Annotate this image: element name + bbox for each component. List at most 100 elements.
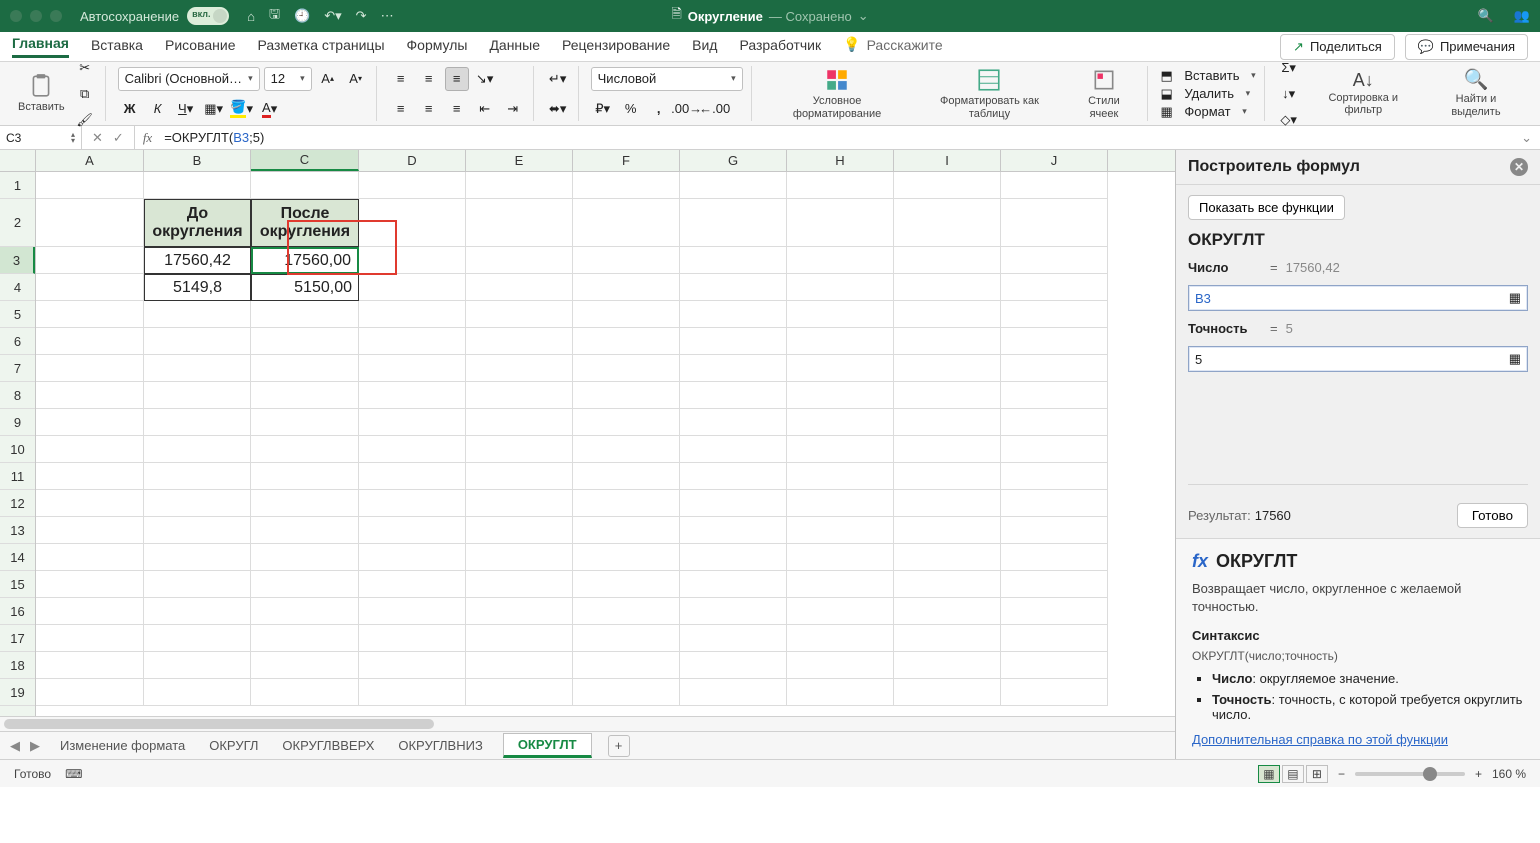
sheet-tab[interactable]: ОКРУГЛВВЕРХ: [278, 738, 378, 753]
italic-button[interactable]: К: [146, 97, 170, 121]
fx-icon[interactable]: fx: [135, 130, 160, 146]
currency-button[interactable]: ₽▾: [591, 97, 615, 121]
fill-button[interactable]: ↓▾: [1277, 82, 1301, 106]
row-header[interactable]: 9: [0, 409, 35, 436]
zoom-level[interactable]: 160 %: [1492, 767, 1526, 781]
cell-B4[interactable]: 5149,8: [144, 274, 251, 301]
align-left-button[interactable]: ≡: [389, 97, 413, 121]
align-bottom-button[interactable]: ≡: [445, 67, 469, 91]
format-as-table-button[interactable]: Форматировать как таблицу: [914, 67, 1064, 119]
decrease-decimal-button[interactable]: ←.00: [703, 97, 727, 121]
increase-decimal-button[interactable]: .00→: [675, 97, 699, 121]
sort-filter-button[interactable]: A↓ Сортировка и фильтр: [1305, 71, 1422, 117]
align-middle-button[interactable]: ≡: [417, 67, 441, 91]
insert-cells-button[interactable]: ⬒ Вставить ▾: [1160, 68, 1255, 84]
horizontal-scrollbar[interactable]: [0, 716, 1175, 731]
row-header[interactable]: 18: [0, 652, 35, 679]
tab-home[interactable]: Главная: [12, 35, 69, 58]
col-header-G[interactable]: G: [680, 150, 787, 171]
undo-icon[interactable]: ↶▾: [324, 8, 341, 24]
spreadsheet-grid[interactable]: До округления После округления 17560,42 …: [36, 172, 1175, 716]
save-icon[interactable]: 🖫: [269, 5, 280, 27]
expand-formula-bar-icon[interactable]: ⌄: [1513, 130, 1540, 146]
row-header[interactable]: 4: [0, 274, 35, 301]
more-icon[interactable]: ⋯: [381, 8, 394, 24]
decrease-indent-button[interactable]: ⇤: [473, 97, 497, 121]
cancel-formula-icon[interactable]: ✕: [92, 130, 103, 146]
row-header[interactable]: 2: [0, 199, 35, 247]
page-layout-button[interactable]: ▤: [1282, 765, 1304, 783]
page-break-button[interactable]: ⊞: [1306, 765, 1328, 783]
row-header[interactable]: 17: [0, 625, 35, 652]
show-all-functions-button[interactable]: Показать все функции: [1188, 195, 1345, 220]
chevron-down-icon[interactable]: ⌄: [858, 8, 869, 24]
share-people-icon[interactable]: 👥: [1514, 8, 1530, 24]
tab-draw[interactable]: Рисование: [165, 37, 236, 57]
col-header-F[interactable]: F: [573, 150, 680, 171]
format-cells-button[interactable]: ▦ Формат ▾: [1160, 104, 1255, 120]
row-header[interactable]: 16: [0, 598, 35, 625]
search-icon[interactable]: 🔍: [1478, 8, 1494, 24]
normal-view-button[interactable]: ▦: [1258, 765, 1280, 783]
select-all-cell[interactable]: [0, 150, 36, 171]
tab-view[interactable]: Вид: [692, 37, 717, 57]
tab-data[interactable]: Данные: [489, 37, 540, 57]
sheet-tab-active[interactable]: ОКРУГЛТ: [503, 733, 592, 758]
row-header[interactable]: 3: [0, 247, 35, 274]
col-header-J[interactable]: J: [1001, 150, 1108, 171]
range-picker-icon[interactable]: ▦: [1509, 351, 1521, 367]
zoom-in-button[interactable]: +: [1475, 767, 1482, 781]
done-button[interactable]: Готово: [1457, 503, 1528, 528]
next-sheet-icon[interactable]: ▶: [30, 738, 40, 754]
orientation-button[interactable]: ↘▾: [473, 67, 497, 91]
add-sheet-button[interactable]: +: [608, 735, 630, 757]
align-top-button[interactable]: ≡: [389, 67, 413, 91]
comments-button[interactable]: 💬 Примечания: [1405, 34, 1528, 60]
cell-C2[interactable]: После округления: [251, 199, 359, 247]
col-header-I[interactable]: I: [894, 150, 1001, 171]
fill-color-button[interactable]: 🪣▾: [230, 97, 254, 121]
close-window-icon[interactable]: [10, 10, 22, 22]
clear-button[interactable]: ◇▾: [1277, 108, 1301, 132]
font-color-button[interactable]: A▾: [258, 97, 282, 121]
accessibility-icon[interactable]: ⌨: [65, 767, 82, 781]
accept-formula-icon[interactable]: ✓: [113, 130, 124, 146]
row-header[interactable]: 6: [0, 328, 35, 355]
bold-button[interactable]: Ж: [118, 97, 142, 121]
tell-me[interactable]: 💡 Расскажите: [843, 36, 943, 57]
row-header[interactable]: 12: [0, 490, 35, 517]
conditional-formatting-button[interactable]: Условное форматирование: [764, 67, 911, 119]
tab-developer[interactable]: Разработчик: [739, 37, 821, 57]
increase-font-button[interactable]: A▴: [316, 67, 340, 91]
number-format-select[interactable]: Числовой▾: [591, 67, 743, 91]
align-center-button[interactable]: ≡: [417, 97, 441, 121]
tab-insert[interactable]: Вставка: [91, 37, 143, 57]
help-link[interactable]: Дополнительная справка по этой функции: [1192, 732, 1524, 747]
zoom-out-button[interactable]: −: [1338, 767, 1345, 781]
tab-review[interactable]: Рецензирование: [562, 37, 670, 57]
arg2-input[interactable]: 5 ▦: [1188, 346, 1528, 372]
col-header-B[interactable]: B: [144, 150, 251, 171]
row-header[interactable]: 19: [0, 679, 35, 706]
row-header[interactable]: 7: [0, 355, 35, 382]
increase-indent-button[interactable]: ⇥: [501, 97, 525, 121]
sheet-tab[interactable]: ОКРУГЛВНИЗ: [394, 738, 486, 753]
row-header[interactable]: 14: [0, 544, 35, 571]
percent-button[interactable]: %: [619, 97, 643, 121]
cell-styles-button[interactable]: Стили ячеек: [1068, 67, 1139, 119]
align-right-button[interactable]: ≡: [445, 97, 469, 121]
prev-sheet-icon[interactable]: ◀: [10, 738, 20, 754]
zoom-slider[interactable]: [1355, 772, 1465, 776]
name-box[interactable]: C3 ▴▾: [0, 126, 82, 149]
row-header[interactable]: 10: [0, 436, 35, 463]
sheet-tab[interactable]: Изменение формата: [56, 738, 189, 753]
decrease-font-button[interactable]: A▾: [344, 67, 368, 91]
wrap-text-button[interactable]: ↵▾: [546, 67, 570, 91]
merge-cells-button[interactable]: ⬌▾: [546, 97, 570, 121]
border-button[interactable]: ▦▾: [202, 97, 226, 121]
sheet-tab[interactable]: ОКРУГЛ: [205, 738, 262, 753]
formula-input[interactable]: =ОКРУГЛТ(B3;5): [160, 130, 1513, 145]
col-header-A[interactable]: A: [36, 150, 144, 171]
cell-C3[interactable]: 17560,00: [251, 247, 359, 274]
cell-B3[interactable]: 17560,42: [144, 247, 251, 274]
